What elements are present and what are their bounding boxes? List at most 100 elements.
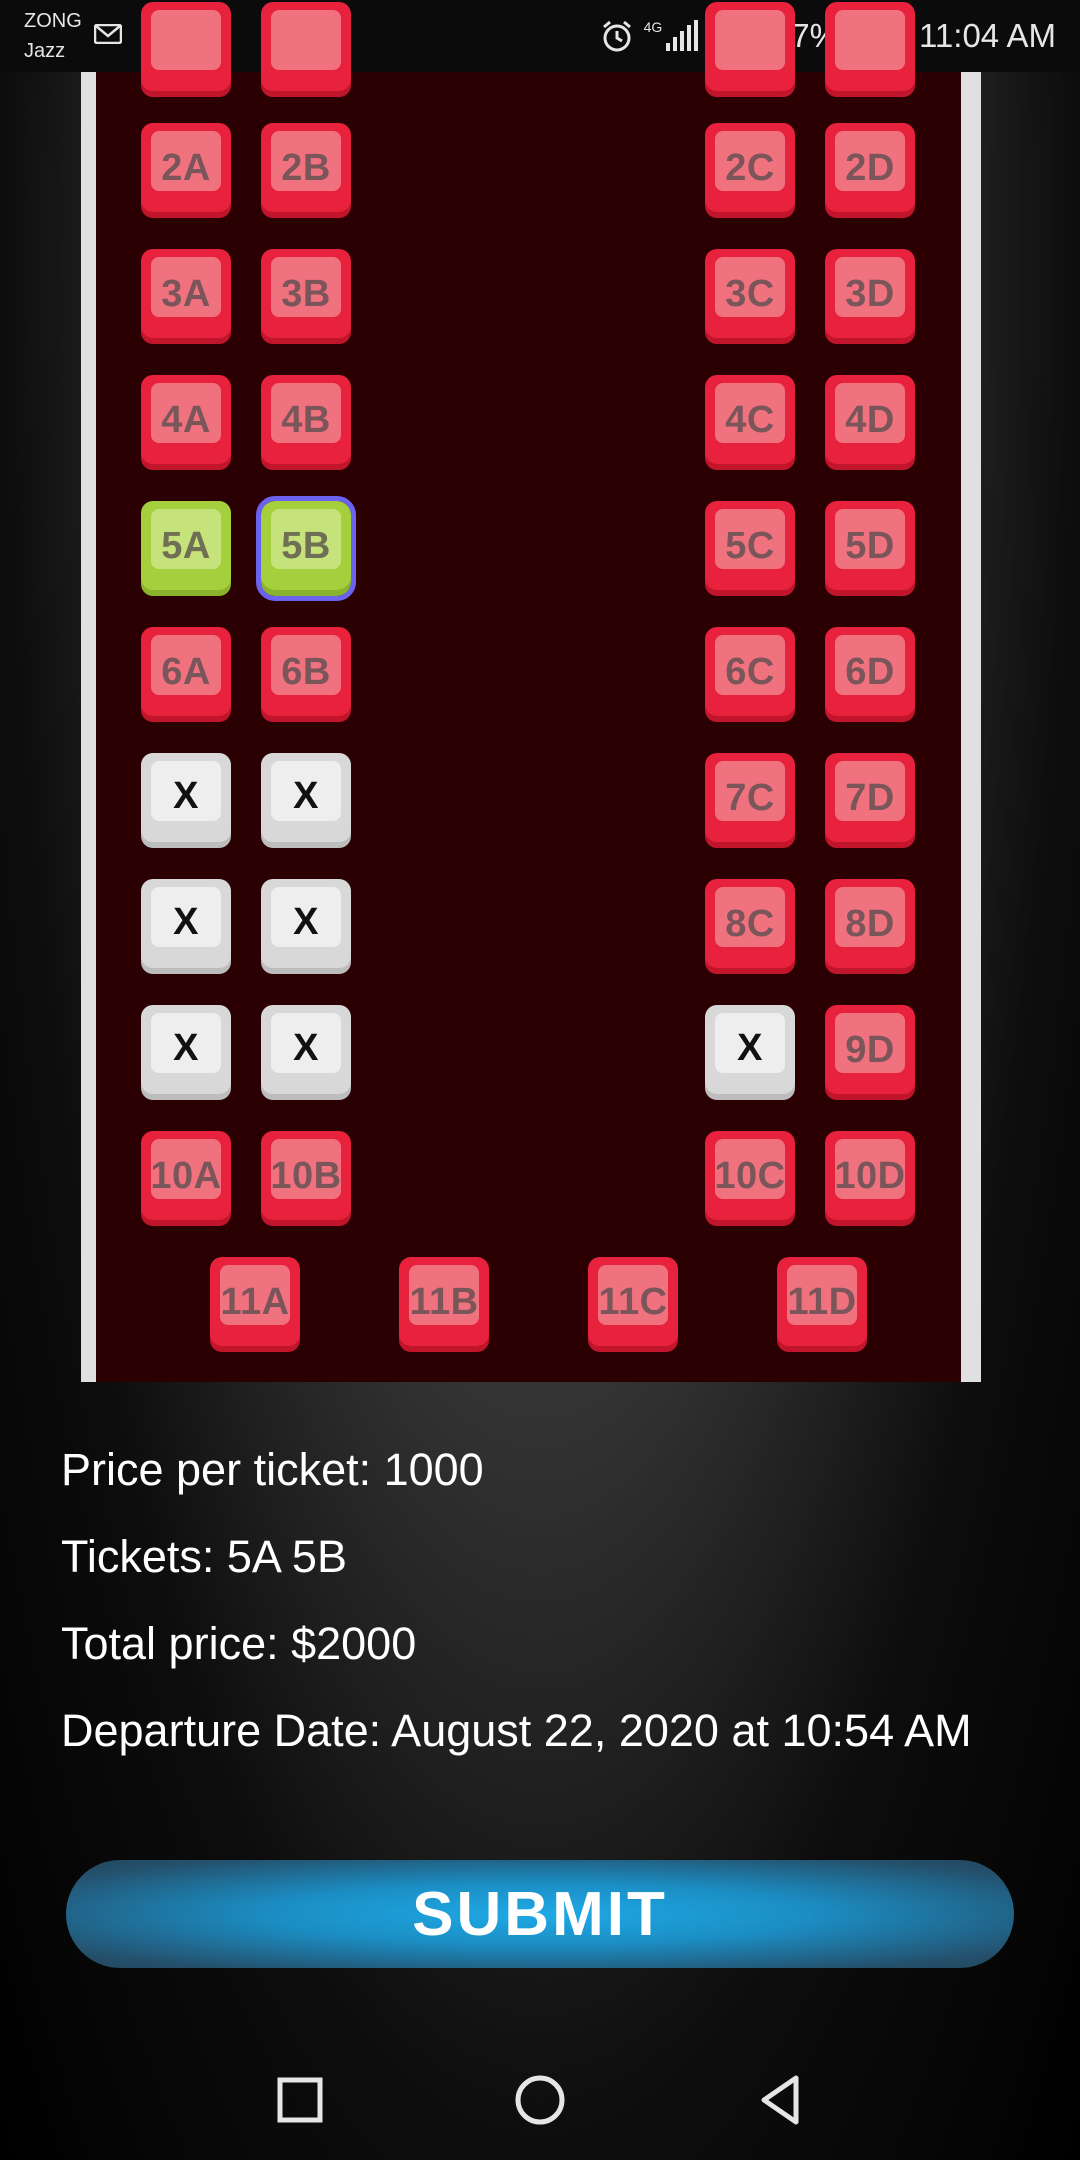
seat-label: 4A (161, 399, 211, 441)
signal-icon (666, 20, 699, 51)
seat-label: 4C (725, 399, 775, 441)
seat-label: 5D (845, 525, 895, 567)
seat-3B[interactable]: 3B (261, 249, 351, 344)
seat-label: 7C (725, 777, 775, 819)
seat-4B[interactable]: 4B (261, 375, 351, 470)
seat-3A[interactable]: 3A (141, 249, 231, 344)
seat-label: 6D (845, 651, 895, 693)
submit-button[interactable]: SUBMIT (66, 1860, 1014, 1968)
seat-8C[interactable]: 8C (705, 879, 795, 974)
seat-9D[interactable]: 9D (825, 1005, 915, 1100)
seat-label: 9D (845, 1029, 895, 1071)
seat-4C[interactable]: 4C (705, 375, 795, 470)
seat-2D[interactable]: 2D (825, 123, 915, 218)
seat-4D[interactable]: 4D (825, 375, 915, 470)
seat-5A[interactable]: 5A (141, 501, 231, 596)
seat-11A[interactable]: 11A (210, 1257, 300, 1352)
seat-label: 4B (281, 399, 331, 441)
seat-label: 5B (281, 525, 331, 567)
seat-5B[interactable]: 5B (256, 496, 356, 601)
departure-date: Departure Date: August 22, 2020 at 10:54… (61, 1705, 972, 1756)
seat-label: X (737, 1027, 763, 1069)
seat-11B[interactable]: 11B (399, 1257, 489, 1352)
seat-10B[interactable]: 10B (261, 1131, 351, 1226)
signal-4g: 4G (644, 19, 699, 53)
back-icon[interactable] (750, 2070, 810, 2130)
seat-6B[interactable]: 6B (261, 627, 351, 722)
total-price: Total price: $2000 (61, 1618, 417, 1669)
gmail-icon (94, 24, 122, 44)
seat-label: 2B (281, 147, 331, 189)
seat-6C[interactable]: 6C (705, 627, 795, 722)
bus-seat-map: 2A 2B 2C 2D 3A 3B 3C 3D 4A 4B 4C 4D 5A 5B 5C 5D 6A 6B 6C 6D… (81, 2, 981, 1382)
seat-3D[interactable]: 3D (825, 249, 915, 344)
seat-label: 3A (161, 273, 211, 315)
carrier-name-2: Jazz (24, 40, 66, 62)
price-per-ticket: Price per ticket: 1000 (61, 1444, 484, 1495)
seat-label: 5A (161, 525, 211, 567)
seat-7D[interactable]: 7D (825, 753, 915, 848)
carrier-info: ZONG Jazz (24, 6, 82, 66)
seat-booked[interactable]: X (261, 879, 351, 974)
seat-2C[interactable]: 2C (705, 123, 795, 218)
seat-row1-partial[interactable] (825, 2, 915, 97)
seat-label: 11C (598, 1281, 668, 1323)
network-type-1: 4G (643, 19, 663, 35)
seat-label: 6A (161, 651, 211, 693)
seat-label: 10D (834, 1155, 906, 1197)
seat-label: 8D (845, 903, 895, 945)
seat-5C[interactable]: 5C (705, 501, 795, 596)
seat-label: 5C (725, 525, 775, 567)
seat-row1-partial[interactable] (141, 2, 231, 97)
navigation-bar (0, 2040, 1080, 2160)
seat-label: 7D (845, 777, 895, 819)
seat-5D[interactable]: 5D (825, 501, 915, 596)
seat-label: 6C (725, 651, 775, 693)
seat-label: 11B (409, 1281, 479, 1323)
seat-label: 4D (845, 399, 895, 441)
bus-floor: 2A 2B 2C 2D 3A 3B 3C 3D 4A 4B 4C 4D 5A 5B 5C 5D 6A 6B 6C 6D… (96, 2, 961, 1382)
seat-label: X (173, 1027, 199, 1069)
seat-label: 6B (281, 651, 331, 693)
alarm-icon (602, 20, 631, 52)
seat-label: 2C (725, 147, 775, 189)
seat-label: X (173, 901, 199, 943)
seat-label: 11D (787, 1281, 857, 1323)
seat-label: X (173, 775, 199, 817)
seat-label: 2A (161, 147, 211, 189)
seat-booked[interactable]: X (705, 1005, 795, 1100)
seat-11D[interactable]: 11D (777, 1257, 867, 1352)
seat-label: 10A (150, 1155, 222, 1197)
seat-booked[interactable]: X (261, 753, 351, 848)
seat-label: 10C (714, 1155, 786, 1197)
clock: 11:04 AM (919, 17, 1056, 54)
seat-booked[interactable]: X (141, 753, 231, 848)
seat-2A[interactable]: 2A (141, 123, 231, 218)
seat-label: 10B (270, 1155, 342, 1197)
seat-7C[interactable]: 7C (705, 753, 795, 848)
seat-10A[interactable]: 10A (141, 1131, 231, 1226)
seat-2B[interactable]: 2B (261, 123, 351, 218)
seat-booked[interactable]: X (261, 1005, 351, 1100)
seat-label: 3B (281, 273, 331, 315)
seat-label: X (293, 775, 319, 817)
seat-6D[interactable]: 6D (825, 627, 915, 722)
seat-4A[interactable]: 4A (141, 375, 231, 470)
seat-label: 8C (725, 903, 775, 945)
seat-8D[interactable]: 8D (825, 879, 915, 974)
seat-label: 3D (845, 273, 895, 315)
seat-label: 11A (220, 1281, 290, 1323)
seat-10D[interactable]: 10D (825, 1131, 915, 1226)
seat-booked[interactable]: X (141, 1005, 231, 1100)
home-icon[interactable] (510, 2070, 570, 2130)
seat-6A[interactable]: 6A (141, 627, 231, 722)
recent-apps-icon[interactable] (270, 2070, 330, 2130)
seat-10C[interactable]: 10C (705, 1131, 795, 1226)
seat-label: X (293, 901, 319, 943)
seat-row1-partial[interactable] (705, 2, 795, 97)
seat-row1-partial[interactable] (261, 2, 351, 97)
seat-11C[interactable]: 11C (588, 1257, 678, 1352)
seat-booked[interactable]: X (141, 879, 231, 974)
seat-3C[interactable]: 3C (705, 249, 795, 344)
carrier-name-1: ZONG (24, 10, 82, 32)
